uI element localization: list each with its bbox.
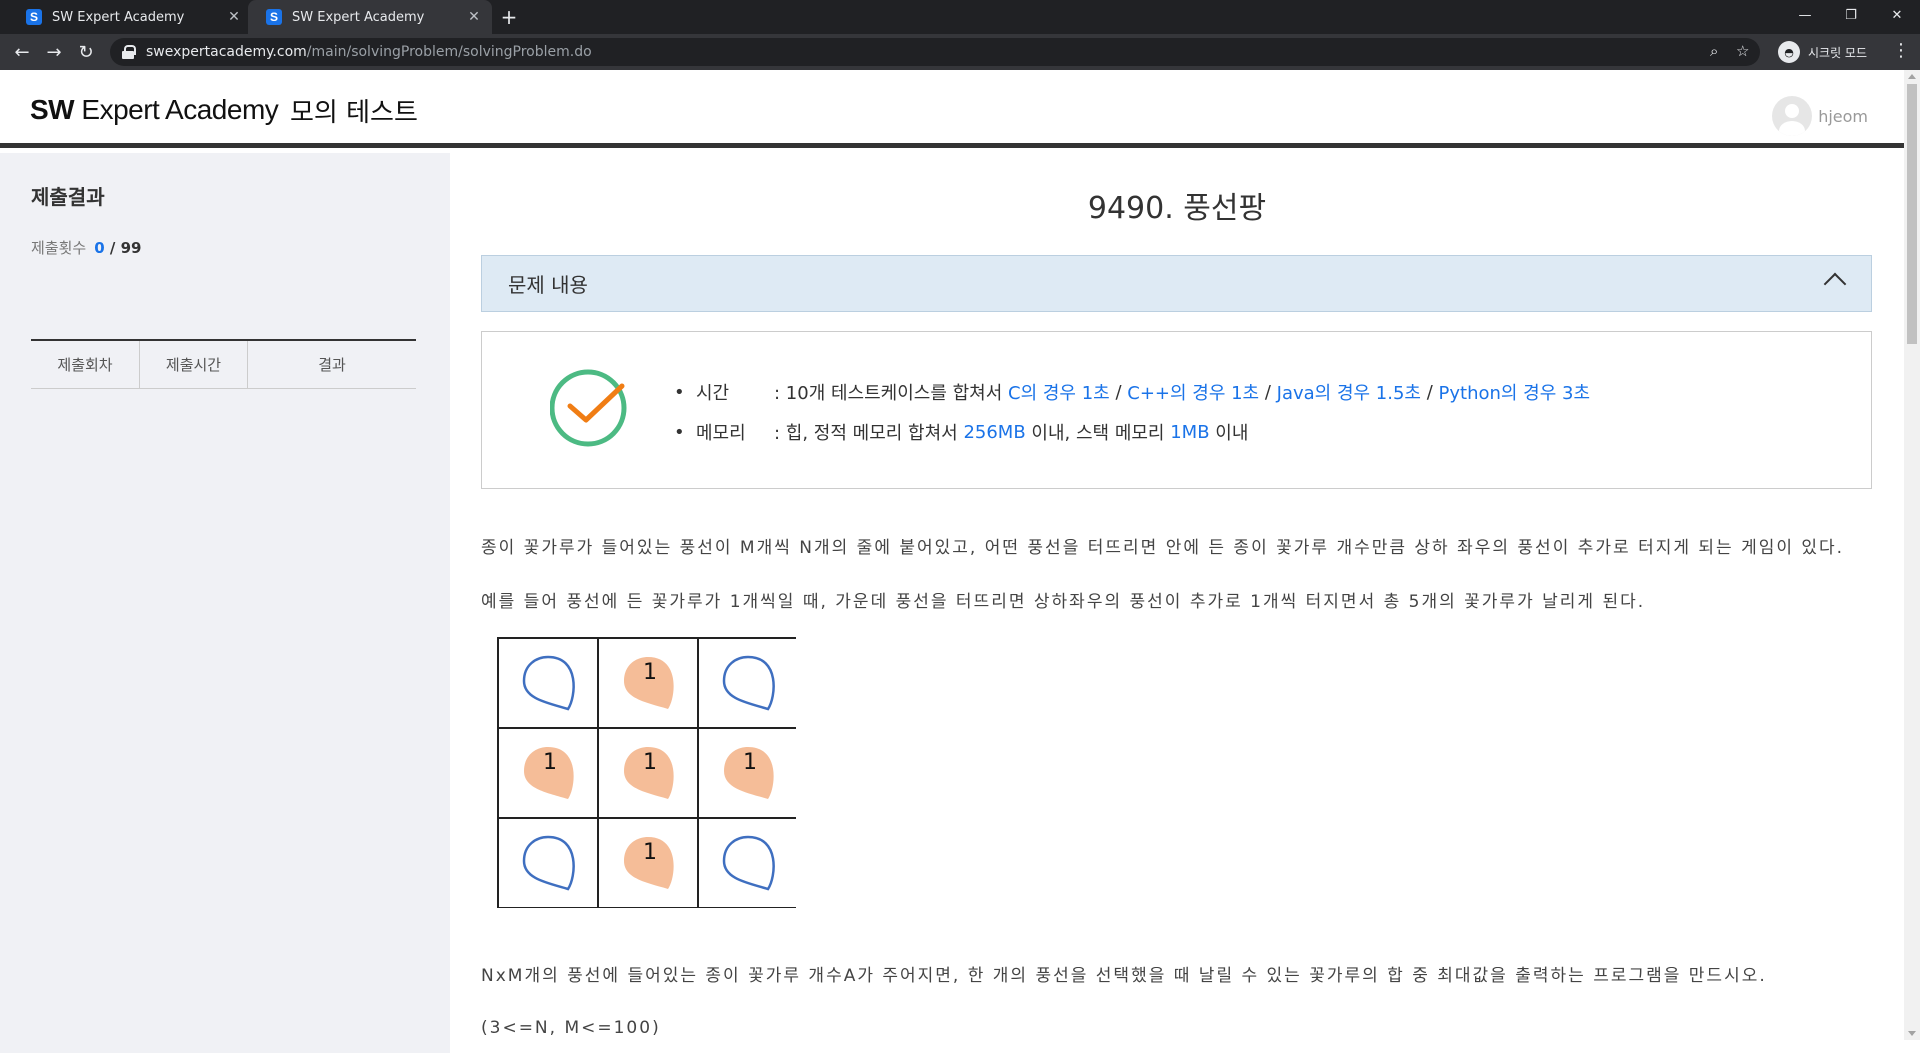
favicon-icon: S [266, 9, 282, 25]
page-scrollbar[interactable] [1904, 70, 1920, 1040]
memory-limit: • 메모리 : 힙, 정적 메모리 합쳐서 256MB 이내, 스택 메모리 1… [674, 412, 1590, 452]
table-header-row: 제출회차 제출시간 결과 [31, 341, 416, 389]
constraint-text: (3<=N, M<=100) [481, 1018, 661, 1038]
lock-icon [122, 45, 136, 59]
submission-title: 제출결과 [31, 185, 105, 209]
incognito-indicator[interactable]: ◓ 시크릿 모드 [1778, 39, 1867, 65]
submission-table: 제출회차 제출시간 결과 [31, 339, 416, 389]
column-header: 제출회차 [31, 341, 140, 388]
close-icon[interactable]: ✕ [466, 9, 482, 25]
tab-title: SW Expert Academy [52, 9, 185, 25]
column-header: 결과 [318, 356, 346, 374]
close-icon[interactable]: ✕ [226, 9, 242, 25]
memory-prefix: : 힙, 정적 메모리 합쳐서 [774, 423, 964, 444]
forward-icon[interactable]: → [42, 40, 66, 64]
logo-sw: SW [30, 94, 75, 125]
grid-cell [497, 637, 599, 729]
balloon-count-label: 1 [643, 750, 657, 775]
time-c: C의 경우 1초 [1008, 383, 1110, 404]
minimize-icon[interactable]: — [1782, 0, 1828, 30]
scroll-up-icon[interactable] [1908, 74, 1916, 79]
browser-tab-bar: S SW Expert Academy ✕ S SW Expert Academ… [0, 0, 1920, 34]
scrollbar-thumb[interactable] [1907, 84, 1917, 344]
url-path: /main/solvingProblem/solvingProblem.do [306, 44, 592, 60]
submission-count: 제출횟수 0 / 99 [31, 237, 141, 258]
section-label: 문제 내용 [508, 273, 588, 297]
menu-dots-icon[interactable]: ⋮ [1892, 40, 1910, 61]
tab-title: SW Expert Academy [292, 9, 425, 25]
incognito-icon: ◓ [1778, 41, 1800, 63]
limits-list: • 시간 : 10개 테스트케이스를 합쳐서 C의 경우 1초 / C++의 경… [674, 372, 1590, 452]
balloon-count-label: 1 [543, 750, 557, 775]
time-java: Java의 경우 1.5초 [1276, 383, 1421, 404]
star-icon[interactable]: ☆ [1736, 42, 1749, 60]
problem-section-toggle[interactable]: 문제 내용 [481, 255, 1872, 312]
description-paragraph: NxM개의 풍선에 들어있는 종이 꽃가루 개수A가 주어지면, 한 개의 풍선… [481, 966, 1767, 986]
grid-cell [697, 637, 799, 729]
submission-count-value: 0 [94, 239, 105, 257]
sep: / [1259, 381, 1277, 403]
browser-tab-1[interactable]: S SW Expert Academy ✕ [8, 0, 252, 34]
description-paragraph: 예를 들어 풍선에 든 꽃가루가 1개씩일 때, 가운데 풍선을 터뜨리면 상하… [481, 592, 1646, 612]
memory-heap: 256MB [963, 421, 1026, 443]
scroll-down-icon[interactable] [1908, 1031, 1916, 1036]
submission-count-total: 99 [120, 239, 142, 257]
url-input[interactable]: swexpertacademy.com/main/solvingProblem/… [110, 38, 1760, 66]
time-prefix: : 10개 테스트케이스를 합쳐서 [774, 383, 1009, 404]
sep: / [1109, 381, 1128, 403]
test-title: 모의 테스트 [290, 98, 418, 128]
avatar [1772, 96, 1813, 136]
username: hjeom [1818, 106, 1868, 126]
logo-text: Expert Academy [74, 94, 279, 125]
submission-sidebar: 제출결과 제출횟수 0 / 99 제출회차 제출시간 결과 [0, 153, 450, 1053]
description-paragraph: 종이 꽃가루가 들어있는 풍선이 M개씩 N개의 줄에 붙어있고, 어떤 풍선을… [481, 538, 1845, 558]
column-header: 제출시간 [140, 341, 248, 388]
grid-cell [497, 817, 599, 909]
balloon-count-label: 1 [643, 840, 657, 865]
submission-count-sep: / [109, 239, 116, 257]
problem-content: 9490. 풍선팡 문제 내용 • 시간 : 10개 테스트케이스를 합쳐서 C… [450, 153, 1904, 1053]
chevron-up-icon [1823, 272, 1847, 296]
zoom-icon[interactable]: ⌕ [1710, 42, 1718, 60]
site-header: SW Expert Academy 모의 테스트 hjeom [0, 70, 1904, 148]
new-tab-icon[interactable]: + [497, 5, 521, 29]
page: SW Expert Academy 모의 테스트 hjeom 제출결과 제출횟수… [0, 70, 1904, 1053]
time-cpp: C++의 경우 1초 [1127, 383, 1260, 404]
user-menu[interactable]: hjeom [1772, 96, 1868, 136]
memory-label: 메모리 [696, 423, 746, 444]
problem-title: 9490. 풍선팡 [1087, 191, 1267, 226]
incognito-label: 시크릿 모드 [1808, 45, 1868, 60]
site-logo[interactable]: SW Expert Academy [30, 94, 279, 126]
time-label: 시간 [696, 383, 730, 404]
favicon-icon: S [26, 9, 42, 25]
time-limit: • 시간 : 10개 테스트케이스를 합쳐서 C의 경우 1초 / C++의 경… [674, 372, 1590, 412]
sep: / [1420, 381, 1439, 403]
balloon-count-label: 1 [643, 660, 657, 685]
window-close-icon[interactable]: ✕ [1874, 0, 1920, 30]
browser-tab-2[interactable]: S SW Expert Academy ✕ [248, 0, 492, 34]
balloon-count-label: 1 [743, 750, 757, 775]
reload-icon[interactable]: ↻ [74, 40, 98, 64]
grid-cell [697, 817, 799, 909]
memory-stack: 1MB [1170, 421, 1210, 443]
checkmark-icon [550, 369, 627, 447]
memory-mid: 이내, 스택 메모리 [1025, 423, 1171, 444]
restore-icon[interactable]: ❐ [1828, 0, 1874, 30]
memory-suffix: 이내 [1209, 423, 1249, 444]
limits-box: • 시간 : 10개 테스트케이스를 합쳐서 C의 경우 1초 / C++의 경… [481, 331, 1872, 489]
balloon-grid: 1 1 1 1 1 [497, 637, 799, 909]
submission-count-label: 제출횟수 [31, 239, 87, 257]
balloon-grid-figure: 1 1 1 1 1 [496, 636, 799, 912]
address-bar: ← → ↻ swexpertacademy.com/main/solvingPr… [0, 34, 1920, 70]
url-host: swexpertacademy.com [146, 44, 307, 60]
time-python: Python의 경우 3초 [1438, 383, 1591, 404]
back-icon[interactable]: ← [10, 40, 34, 64]
